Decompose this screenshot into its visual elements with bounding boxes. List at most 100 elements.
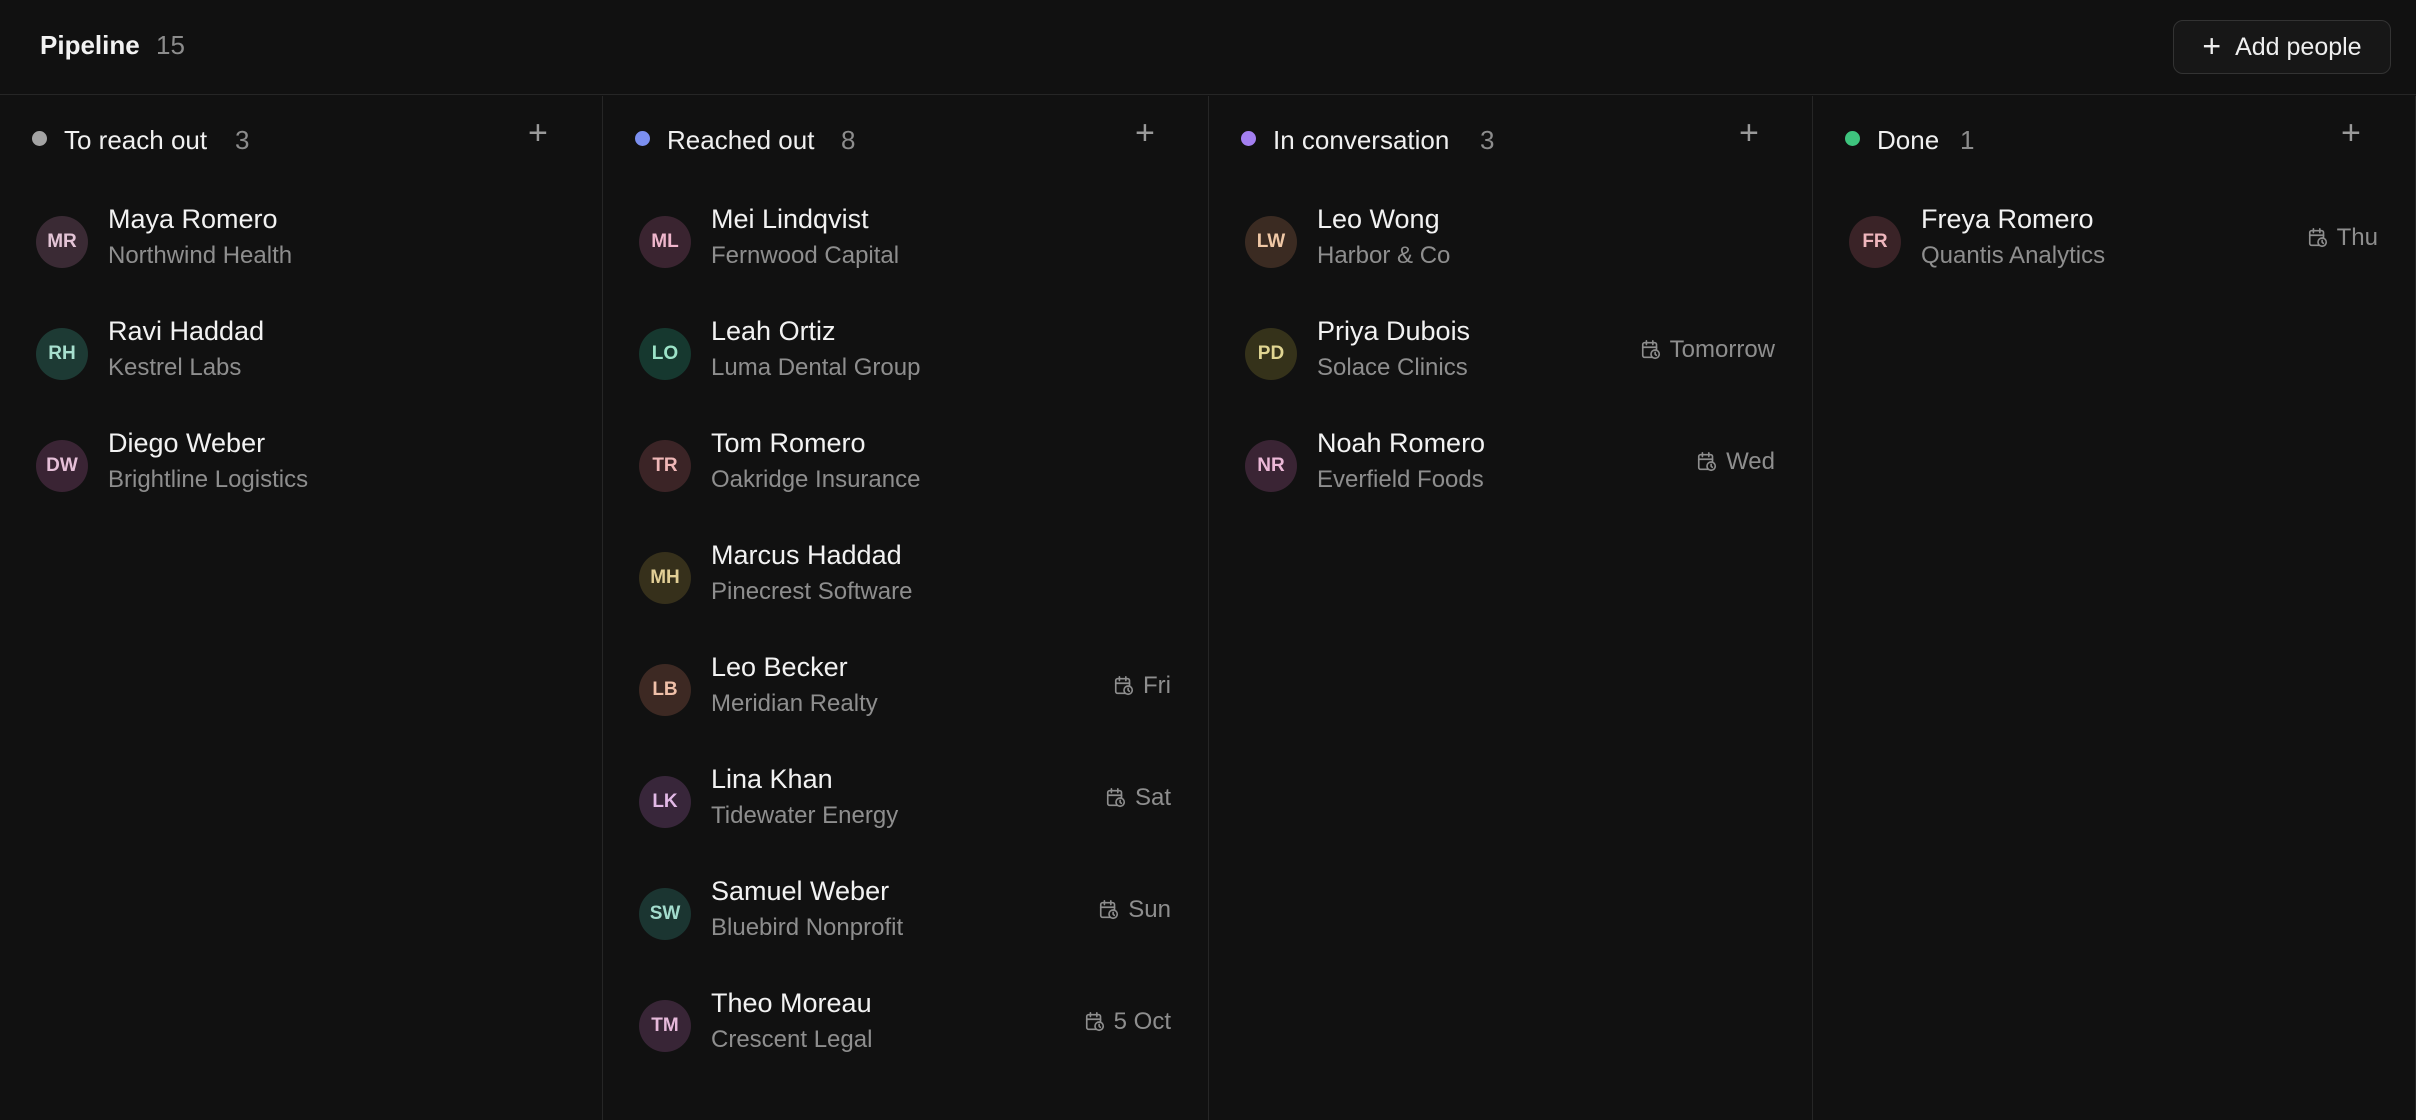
avatar: LO <box>639 328 691 380</box>
person-card[interactable]: TR Tom Romero Oakridge Insurance <box>603 410 1208 510</box>
avatar: ML <box>639 216 691 268</box>
person-name: Diego Weber <box>108 428 266 458</box>
person-card[interactable]: FR Freya Romero Quantis Analytics Thu <box>1813 186 2415 286</box>
person-company: Meridian Realty <box>711 690 878 717</box>
person-card[interactable]: LO Leah Ortiz Luma Dental Group <box>603 298 1208 398</box>
column-title: Reached out <box>667 125 815 155</box>
avatar: LB <box>639 664 691 716</box>
person-company: Luma Dental Group <box>711 354 921 381</box>
person-card[interactable]: PD Priya Dubois Solace Clinics Tomorrow <box>1209 298 1812 398</box>
column-title: To reach out <box>64 125 208 155</box>
person-card[interactable]: RH Ravi Haddad Kestrel Labs <box>0 298 602 398</box>
person-company: Fernwood Capital <box>711 242 900 269</box>
person-card[interactable]: LB Leo Becker Meridian Realty Fri <box>603 634 1208 734</box>
person-name: Leo Becker <box>711 652 848 682</box>
person-company: Quantis Analytics <box>1921 242 2106 269</box>
add-people-label: Add people <box>2235 32 2362 61</box>
top-bar: Pipeline 15 + Add people <box>0 0 2416 95</box>
status-dot <box>1241 131 1256 146</box>
plus-icon[interactable]: + <box>2341 116 2361 150</box>
person-name: Marcus Haddad <box>711 540 902 570</box>
person-company: Pinecrest Software <box>711 578 913 605</box>
column-in-conversation: In conversation 3 + LW Leo Wong Harbor & Co PD… <box>1209 96 1813 1120</box>
person-company: Bluebird Nonprofit <box>711 914 904 941</box>
due-date: Sun <box>1098 896 1171 924</box>
due-label: Wed <box>1726 448 1775 475</box>
calendar-clock-icon <box>1105 787 1127 809</box>
person-name: Mei Lindqvist <box>711 204 869 234</box>
due-date: Fri <box>1113 672 1171 700</box>
person-company: Solace Clinics <box>1317 354 1468 381</box>
person-name: Freya Romero <box>1921 204 2094 234</box>
column-header: To reach out 3 + <box>0 96 602 186</box>
due-date: Thu <box>2307 224 2378 252</box>
person-company: Everfield Foods <box>1317 466 1484 493</box>
due-label: Fri <box>1143 672 1171 699</box>
person-company: Tidewater Energy <box>711 802 899 829</box>
plus-icon[interactable]: + <box>528 116 548 150</box>
column-done: Done 1 + FR Freya Romero Quantis Analytics Thu <box>1813 96 2416 1120</box>
person-company: Harbor & Co <box>1317 242 1451 269</box>
person-company: Brightline Logistics <box>108 466 309 493</box>
column-header: Reached out 8 + <box>603 96 1208 186</box>
column-header: In conversation 3 + <box>1209 96 1812 186</box>
person-name: Leo Wong <box>1317 204 1440 234</box>
person-company: Kestrel Labs <box>108 354 242 381</box>
person-name: Leah Ortiz <box>711 316 836 346</box>
status-dot <box>1845 131 1860 146</box>
person-card[interactable]: SW Samuel Weber Bluebird Nonprofit Sun <box>603 858 1208 958</box>
person-name: Noah Romero <box>1317 428 1486 458</box>
person-company: Northwind Health <box>108 242 293 269</box>
person-company: Oakridge Insurance <box>711 466 921 493</box>
column-header: Done 1 + <box>1813 96 2415 186</box>
calendar-clock-icon <box>1640 339 1662 361</box>
avatar: RH <box>36 328 88 380</box>
person-name: Tom Romero <box>711 428 866 458</box>
avatar: PD <box>1245 328 1297 380</box>
calendar-clock-icon <box>2307 227 2329 249</box>
due-label: 5 Oct <box>1113 1008 1171 1035</box>
column-title: In conversation <box>1273 125 1450 155</box>
due-label: Sun <box>1128 896 1171 923</box>
add-people-button[interactable]: + Add people <box>2173 20 2391 74</box>
plus-icon: + <box>2202 27 2222 64</box>
person-name: Theo Moreau <box>711 988 872 1018</box>
page-count: 15 <box>156 30 185 60</box>
person-name: Maya Romero <box>108 204 278 234</box>
column-count: 3 <box>235 125 250 155</box>
column-count: 1 <box>1960 125 1975 155</box>
person-card[interactable]: MH Marcus Haddad Pinecrest Software <box>603 522 1208 622</box>
person-card[interactable]: LW Leo Wong Harbor & Co <box>1209 186 1812 286</box>
person-card[interactable]: LK Lina Khan Tidewater Energy Sat <box>603 746 1208 846</box>
person-name: Samuel Weber <box>711 876 890 906</box>
due-date: 5 Oct <box>1084 1008 1171 1036</box>
column-title: Done <box>1877 125 1940 155</box>
plus-icon[interactable]: + <box>1739 116 1759 150</box>
status-dot <box>32 131 47 146</box>
person-card[interactable]: MR Maya Romero Northwind Health <box>0 186 602 286</box>
column-to-reach-out: To reach out 3 + MR Maya Romero Northwind Hea… <box>0 96 603 1120</box>
person-card[interactable]: TM Theo Moreau Crescent Legal 5 Oct <box>603 970 1208 1070</box>
column-reached-out: Reached out 8 + ML Mei Lindqvist Fernwood Cap… <box>603 96 1209 1120</box>
calendar-clock-icon <box>1098 899 1120 921</box>
avatar: LK <box>639 776 691 828</box>
due-label: Sat <box>1134 784 1171 811</box>
avatar: DW <box>36 440 88 492</box>
plus-icon[interactable]: + <box>1135 116 1155 150</box>
person-card[interactable]: ML Mei Lindqvist Fernwood Capital <box>603 186 1208 286</box>
due-date: Wed <box>1696 448 1775 476</box>
person-card[interactable]: NR Noah Romero Everfield Foods Wed <box>1209 410 1812 510</box>
avatar: LW <box>1245 216 1297 268</box>
person-card[interactable]: DW Diego Weber Brightline Logistics <box>0 410 602 510</box>
calendar-clock-icon <box>1696 451 1718 473</box>
status-dot <box>635 131 650 146</box>
calendar-clock-icon <box>1084 1011 1106 1033</box>
avatar: NR <box>1245 440 1297 492</box>
calendar-clock-icon <box>1113 675 1135 697</box>
column-count: 8 <box>841 125 856 155</box>
avatar: SW <box>639 888 691 940</box>
person-name: Priya Dubois <box>1317 316 1471 346</box>
person-name: Lina Khan <box>711 764 833 794</box>
avatar: TR <box>639 440 691 492</box>
person-company: Crescent Legal <box>711 1026 873 1053</box>
